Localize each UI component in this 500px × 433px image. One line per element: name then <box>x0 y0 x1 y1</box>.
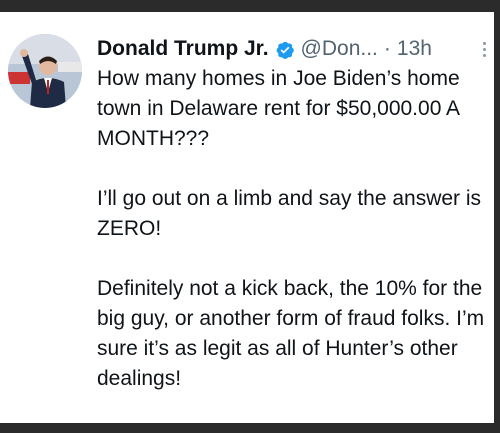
avatar[interactable] <box>8 34 82 108</box>
screen-frame-bottom <box>0 423 500 433</box>
author-handle[interactable]: @Don... <box>301 34 378 64</box>
tweet-text-paragraph-2: I’ll go out on a limb and say the answer… <box>97 187 482 240</box>
tweet-text-paragraph-1: How many homes in Joe Biden’s home town … <box>97 67 460 150</box>
more-vertical-icon[interactable] <box>479 39 489 59</box>
verified-badge-icon <box>275 39 295 59</box>
tweet-card[interactable]: Donald Trump Jr. @Don... · 13h How many … <box>0 12 494 423</box>
tweet-header: Donald Trump Jr. @Don... · 13h <box>97 34 489 64</box>
tweet-content: Donald Trump Jr. @Don... · 13h How many … <box>97 34 489 394</box>
avatar-photo <box>8 34 82 108</box>
author-name[interactable]: Donald Trump Jr. <box>97 34 269 64</box>
tweet-timestamp[interactable]: 13h <box>397 34 432 64</box>
screen-frame-right <box>494 0 500 433</box>
tweet-text-paragraph-3: Definitely not a kick back, the 10% for … <box>97 277 485 390</box>
screen-frame-top <box>0 0 500 12</box>
separator-dot: · <box>383 37 391 60</box>
